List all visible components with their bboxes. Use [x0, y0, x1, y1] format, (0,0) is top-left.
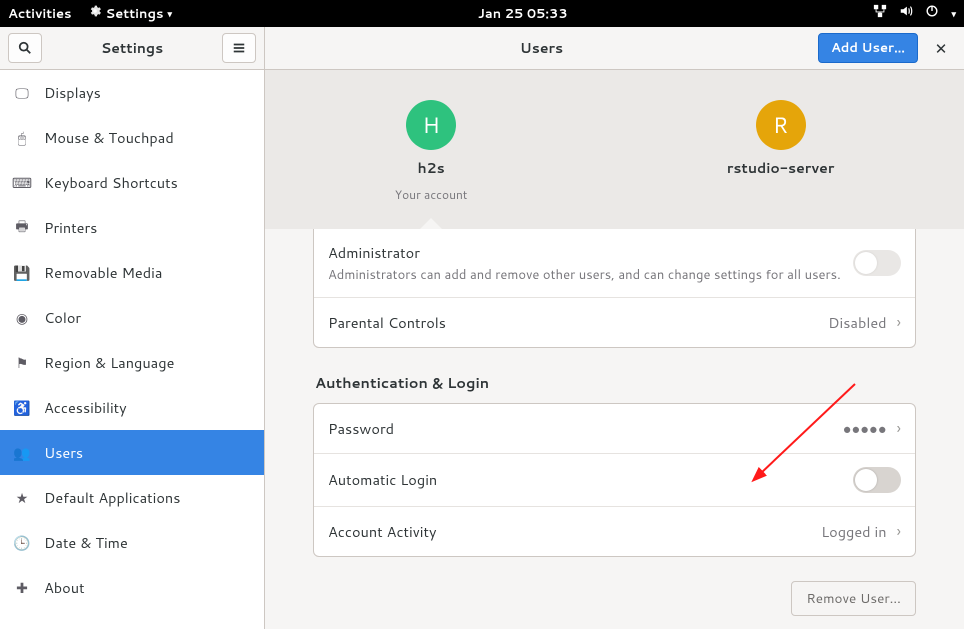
chevron-right-icon: › — [897, 417, 901, 440]
sidebar-item-default-apps[interactable]: ★Default Applications — [0, 475, 264, 520]
sidebar-item-about[interactable]: ✚About — [0, 565, 264, 610]
add-user-button[interactable]: Add User… — [818, 33, 918, 63]
row-label: Parental Controls — [328, 312, 818, 333]
printer-icon: 🖶 — [14, 220, 30, 236]
user-chip-rstudio[interactable]: R rstudio-server — [727, 100, 834, 229]
chevron-down-icon[interactable]: ▾ — [951, 7, 956, 20]
row-value: Logged in — [821, 521, 886, 542]
users-icon: 👥 — [14, 445, 30, 461]
user-carousel: H h2s Your account R rstudio-server — [265, 70, 964, 229]
usb-icon: 💾 — [14, 265, 30, 281]
search-button[interactable] — [8, 33, 42, 63]
hamburger-button[interactable] — [222, 33, 256, 63]
user-name: rstudio-server — [727, 158, 834, 178]
row-parental-controls[interactable]: Parental Controls Disabled › — [314, 298, 915, 347]
activities-button[interactable]: Activities — [8, 5, 72, 23]
sidebar-item-removable[interactable]: 💾Removable Media — [0, 250, 264, 295]
accessibility-icon: ♿ — [14, 400, 30, 416]
row-label: Administrator — [328, 242, 843, 263]
sidebar-item-printers[interactable]: 🖶Printers — [0, 205, 264, 250]
flag-icon: ⚑ — [14, 355, 30, 371]
settings-panel: Administrator Administrators can add and… — [265, 229, 964, 629]
sidebar-item-displays[interactable]: 🖵Displays — [0, 70, 264, 115]
sidebar-title: Settings — [50, 38, 214, 58]
sidebar-item-region[interactable]: ⚑Region & Language — [0, 340, 264, 385]
remove-user-button[interactable]: Remove User… — [791, 581, 916, 616]
footer-actions: Remove User… — [313, 581, 916, 616]
sidebar-item-date-time[interactable]: 🕒Date & Time — [0, 520, 264, 565]
sidebar-item-mouse[interactable]: 🖱Mouse & Touchpad — [0, 115, 264, 160]
chevron-right-icon: › — [897, 311, 901, 334]
chevron-right-icon: › — [897, 520, 901, 543]
row-password[interactable]: Password ●●●●● › — [314, 404, 915, 454]
sidebar-item-keyboard[interactable]: ⌨Keyboard Shortcuts — [0, 160, 264, 205]
row-label: Account Activity — [328, 521, 811, 542]
content: 🖵Displays 🖱Mouse & Touchpad ⌨Keyboard Sh… — [0, 70, 964, 629]
clock-icon: 🕒 — [14, 535, 30, 551]
user-name: h2s — [417, 158, 444, 178]
automatic-login-toggle[interactable] — [853, 467, 901, 493]
search-icon — [18, 41, 32, 55]
gear-icon — [88, 4, 102, 23]
mouse-icon: 🖱 — [14, 130, 30, 146]
close-button[interactable]: ✕ — [926, 33, 956, 63]
display-icon: 🖵 — [14, 85, 30, 101]
power-icon[interactable] — [925, 4, 939, 23]
account-group: Administrator Administrators can add and… — [313, 229, 916, 348]
user-chip-h2s[interactable]: H h2s Your account — [395, 100, 468, 229]
star-icon: ★ — [14, 490, 30, 506]
row-label: Automatic Login — [328, 469, 843, 490]
row-desc: Administrators can add and remove other … — [328, 267, 843, 284]
row-account-activity[interactable]: Account Activity Logged in › — [314, 507, 915, 556]
gnome-topbar: Activities Settings ▾ Jan 25 05:33 ▾ — [0, 0, 964, 27]
section-title-auth: Authentication & Login — [315, 372, 916, 393]
administrator-toggle — [853, 250, 901, 276]
auth-group: Password ●●●●● › Automatic Login Account… — [313, 403, 916, 557]
sidebar-item-accessibility[interactable]: ♿Accessibility — [0, 385, 264, 430]
sidebar-item-color[interactable]: ◉Color — [0, 295, 264, 340]
close-icon: ✕ — [935, 38, 948, 59]
hamburger-icon — [232, 41, 246, 55]
row-value: Disabled — [828, 312, 886, 333]
clock[interactable]: Jan 25 05:33 — [172, 5, 873, 23]
row-administrator[interactable]: Administrator Administrators can add and… — [314, 229, 915, 298]
network-icon[interactable] — [873, 4, 887, 23]
user-sub: Your account — [395, 186, 468, 203]
row-label: Password — [328, 418, 833, 439]
row-automatic-login[interactable]: Automatic Login — [314, 454, 915, 507]
sidebar-item-users[interactable]: 👥Users — [0, 430, 264, 475]
avatar: H — [406, 100, 456, 150]
row-value: ●●●●● — [843, 418, 887, 439]
topbar-app-menu[interactable]: Settings ▾ — [88, 4, 172, 23]
main-panel: H h2s Your account R rstudio-server Admi… — [265, 70, 964, 629]
keyboard-icon: ⌨ — [14, 175, 30, 191]
plus-icon: ✚ — [14, 580, 30, 596]
volume-icon[interactable] — [899, 4, 913, 23]
avatar: R — [756, 100, 806, 150]
sidebar: 🖵Displays 🖱Mouse & Touchpad ⌨Keyboard Sh… — [0, 70, 265, 629]
color-icon: ◉ — [14, 310, 30, 326]
page-title: Users — [273, 38, 810, 58]
headerbar: Settings Users Add User… ✕ — [0, 27, 964, 70]
